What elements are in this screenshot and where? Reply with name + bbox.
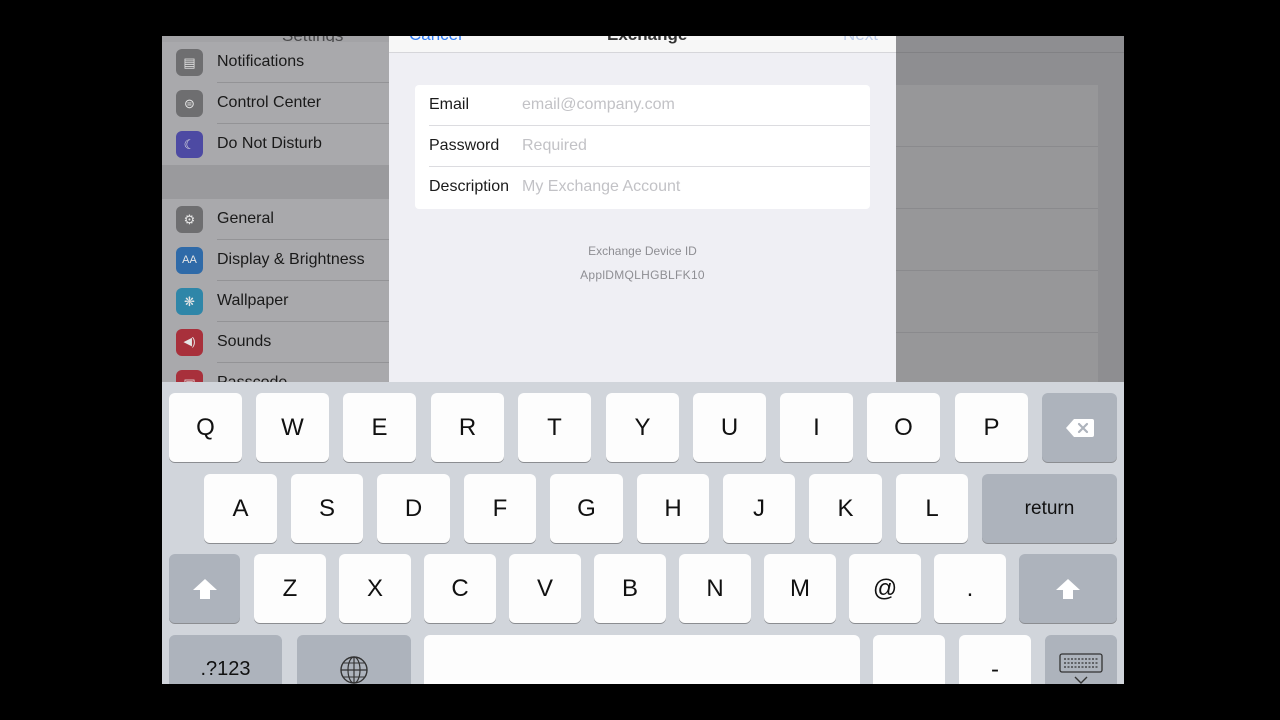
- next-button[interactable]: Next: [843, 36, 878, 45]
- key-c[interactable]: C: [424, 554, 496, 623]
- sidebar-item-label: Display & Brightness: [217, 251, 365, 268]
- globe-key[interactable]: [297, 635, 411, 684]
- device-id-title: Exchange Device ID: [588, 244, 697, 258]
- key-z[interactable]: Z: [254, 554, 326, 623]
- sheet-nav-bar: Cancel Exchange Next: [389, 36, 896, 53]
- backspace-icon: [1065, 418, 1094, 437]
- numbers-key[interactable]: .?123: [169, 635, 282, 684]
- key-h[interactable]: H: [637, 474, 709, 543]
- sidebar-item-label: Notifications: [217, 53, 305, 70]
- globe-icon: [340, 655, 368, 684]
- key-t[interactable]: T: [518, 393, 591, 462]
- detail-card: [896, 85, 1098, 386]
- gear-icon: ⚙: [176, 206, 203, 233]
- shift-arrow-icon: [192, 578, 217, 599]
- key-p[interactable]: P: [955, 393, 1028, 462]
- notifications-icon: ▤: [176, 49, 203, 76]
- moon-icon: ☾: [176, 131, 203, 158]
- key-w[interactable]: W: [256, 393, 329, 462]
- dismiss-keyboard-key[interactable]: [1045, 635, 1117, 684]
- cancel-button[interactable]: Cancel: [409, 36, 462, 45]
- key-a[interactable]: A: [204, 474, 277, 543]
- key-y[interactable]: Y: [606, 393, 679, 462]
- key-d[interactable]: D: [377, 474, 450, 543]
- ipad-screen: Settings ▤ Notifications ⊜ Control Cente…: [162, 36, 1124, 684]
- key-g[interactable]: G: [550, 474, 623, 543]
- key-l[interactable]: L: [896, 474, 968, 543]
- description-row[interactable]: Description: [415, 167, 870, 208]
- dash-key[interactable]: -: [959, 635, 1031, 684]
- divider: [896, 52, 1124, 53]
- description-field[interactable]: [522, 175, 852, 199]
- key-at[interactable]: @: [849, 554, 921, 623]
- key-s[interactable]: S: [291, 474, 363, 543]
- key-v[interactable]: V: [509, 554, 581, 623]
- wallpaper-icon: ❋: [176, 288, 203, 315]
- key-f[interactable]: F: [464, 474, 536, 543]
- speaker-icon: ◀): [176, 329, 203, 356]
- underscore-key[interactable]: [873, 635, 945, 684]
- divider: [896, 208, 1098, 209]
- sidebar-item-control-center[interactable]: ⊜ Control Center: [162, 83, 389, 124]
- key-b[interactable]: B: [594, 554, 666, 623]
- divider: [896, 146, 1098, 147]
- sidebar-item-sounds[interactable]: ◀) Sounds: [162, 322, 389, 363]
- sidebar-item-label: Sounds: [217, 333, 272, 350]
- password-label: Password: [429, 137, 500, 154]
- sheet-title: Exchange: [607, 36, 687, 45]
- sidebar-item-general[interactable]: ⚙ General: [162, 199, 389, 240]
- password-row[interactable]: Password: [415, 126, 870, 167]
- password-field[interactable]: [522, 134, 852, 158]
- key-k[interactable]: K: [809, 474, 882, 543]
- return-key[interactable]: return: [982, 474, 1117, 543]
- delete-key[interactable]: [1042, 393, 1117, 462]
- device-id-value: ApplDMQLHGBLFK10: [580, 268, 705, 282]
- sidebar-item-label: Do Not Disturb: [217, 135, 322, 152]
- sidebar-item-wallpaper[interactable]: ❋ Wallpaper: [162, 281, 389, 322]
- description-label: Description: [429, 178, 510, 195]
- sidebar-item-do-not-disturb[interactable]: ☾ Do Not Disturb: [162, 124, 389, 165]
- shift-arrow-icon: [1056, 578, 1080, 599]
- space-bar[interactable]: [424, 635, 860, 684]
- sidebar-item-display-brightness[interactable]: AA Display & Brightness: [162, 240, 389, 281]
- shift-key-left[interactable]: [169, 554, 240, 623]
- control-center-icon: ⊜: [176, 90, 203, 117]
- key-j[interactable]: J: [723, 474, 795, 543]
- sidebar-item-label: Wallpaper: [217, 292, 289, 309]
- shift-key-right[interactable]: [1019, 554, 1117, 623]
- display-brightness-icon: AA: [176, 247, 203, 274]
- key-n[interactable]: N: [679, 554, 751, 623]
- email-label: Email: [429, 96, 470, 113]
- on-screen-keyboard: Q W E R T Y U I O P A S D F G H J K L re…: [162, 382, 1124, 684]
- key-r[interactable]: R: [431, 393, 504, 462]
- key-m[interactable]: M: [764, 554, 836, 623]
- sidebar-item-label: General: [217, 210, 274, 227]
- sidebar-item-notifications[interactable]: ▤ Notifications: [162, 42, 389, 83]
- key-period[interactable]: .: [934, 554, 1006, 623]
- email-row[interactable]: Email: [415, 85, 870, 126]
- key-o[interactable]: O: [867, 393, 940, 462]
- divider: [896, 270, 1098, 271]
- key-x[interactable]: X: [339, 554, 411, 623]
- account-form: Email Password Description: [415, 85, 870, 209]
- keyboard-dismiss-icon: [1059, 652, 1103, 684]
- email-field[interactable]: [522, 93, 852, 117]
- key-e[interactable]: E: [343, 393, 416, 462]
- key-q[interactable]: Q: [169, 393, 242, 462]
- key-i[interactable]: I: [780, 393, 853, 462]
- key-u[interactable]: U: [693, 393, 766, 462]
- sidebar-item-label: Control Center: [217, 94, 322, 111]
- divider: [896, 332, 1098, 333]
